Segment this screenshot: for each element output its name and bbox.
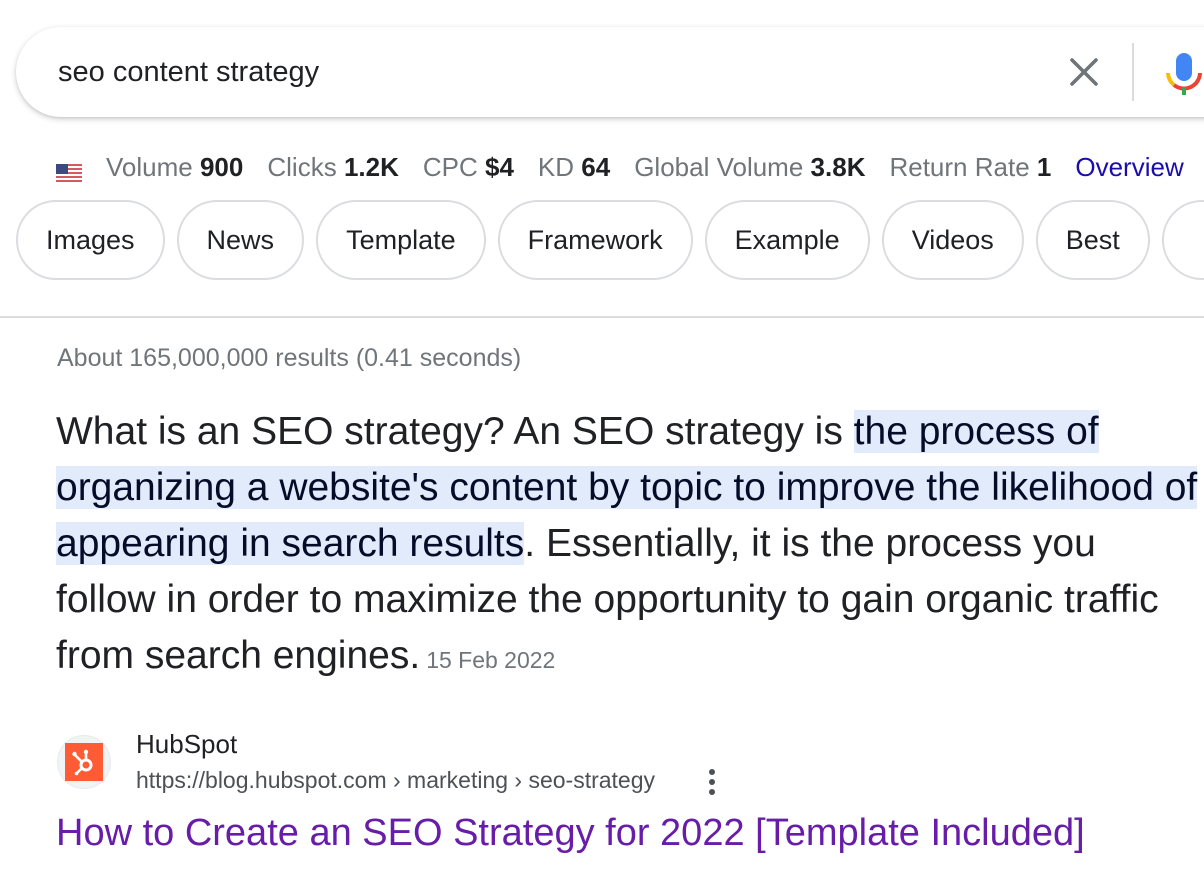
metric-return-rate: Return Rate 1: [889, 151, 1052, 182]
metric-cpc: CPC $4: [422, 151, 514, 182]
result-site-name[interactable]: HubSpot: [136, 729, 237, 760]
header-divider: [0, 316, 1204, 318]
search-input[interactable]: [58, 52, 958, 92]
search-refinement-chips: Images News Template Framework Example V…: [16, 200, 1204, 280]
clear-search-button[interactable]: [1066, 54, 1102, 90]
metric-global-volume: Global Volume 3.8K: [634, 151, 866, 182]
metric-volume: Volume 900: [106, 151, 244, 182]
snippet-date: 15 Feb 2022: [426, 647, 556, 673]
result-favicon[interactable]: [57, 735, 111, 789]
chip-example[interactable]: Example: [704, 200, 870, 280]
chip-videos[interactable]: Videos: [881, 200, 1024, 280]
result-stats: About 165,000,000 results (0.41 seconds): [57, 344, 522, 372]
result-title-link[interactable]: How to Create an SEO Strategy for 2022 […: [56, 812, 1085, 855]
featured-snippet: What is an SEO strategy? An SEO strategy…: [56, 404, 1204, 688]
result-url[interactable]: https://blog.hubspot.com › marketing › s…: [136, 767, 655, 794]
hubspot-logo-icon: [65, 743, 103, 781]
voice-search-button[interactable]: [1164, 49, 1204, 97]
snippet-text-before: What is an SEO strategy? An SEO strategy…: [56, 410, 854, 453]
metric-kd: KD 64: [537, 151, 611, 182]
overview-link[interactable]: Overview: [1075, 152, 1183, 183]
chip-best[interactable]: Best: [1035, 200, 1150, 280]
chip-partial[interactable]: [1161, 200, 1204, 280]
metric-clicks: Clicks 1.2K: [267, 151, 399, 182]
chip-framework[interactable]: Framework: [497, 200, 693, 280]
chip-images[interactable]: Images: [16, 200, 165, 280]
search-box: [16, 27, 1204, 117]
close-icon: [1070, 58, 1098, 86]
more-vert-icon[interactable]: [700, 766, 724, 798]
keyword-metrics-bar: Volume 900 Clicks 1.2K CPC $4 KD 64 Glob…: [56, 150, 1184, 184]
google-mic-icon: [1166, 53, 1202, 95]
chip-template[interactable]: Template: [316, 200, 486, 280]
search-divider: [1132, 43, 1134, 101]
us-flag-icon: [56, 158, 82, 182]
chip-news[interactable]: News: [176, 200, 305, 280]
